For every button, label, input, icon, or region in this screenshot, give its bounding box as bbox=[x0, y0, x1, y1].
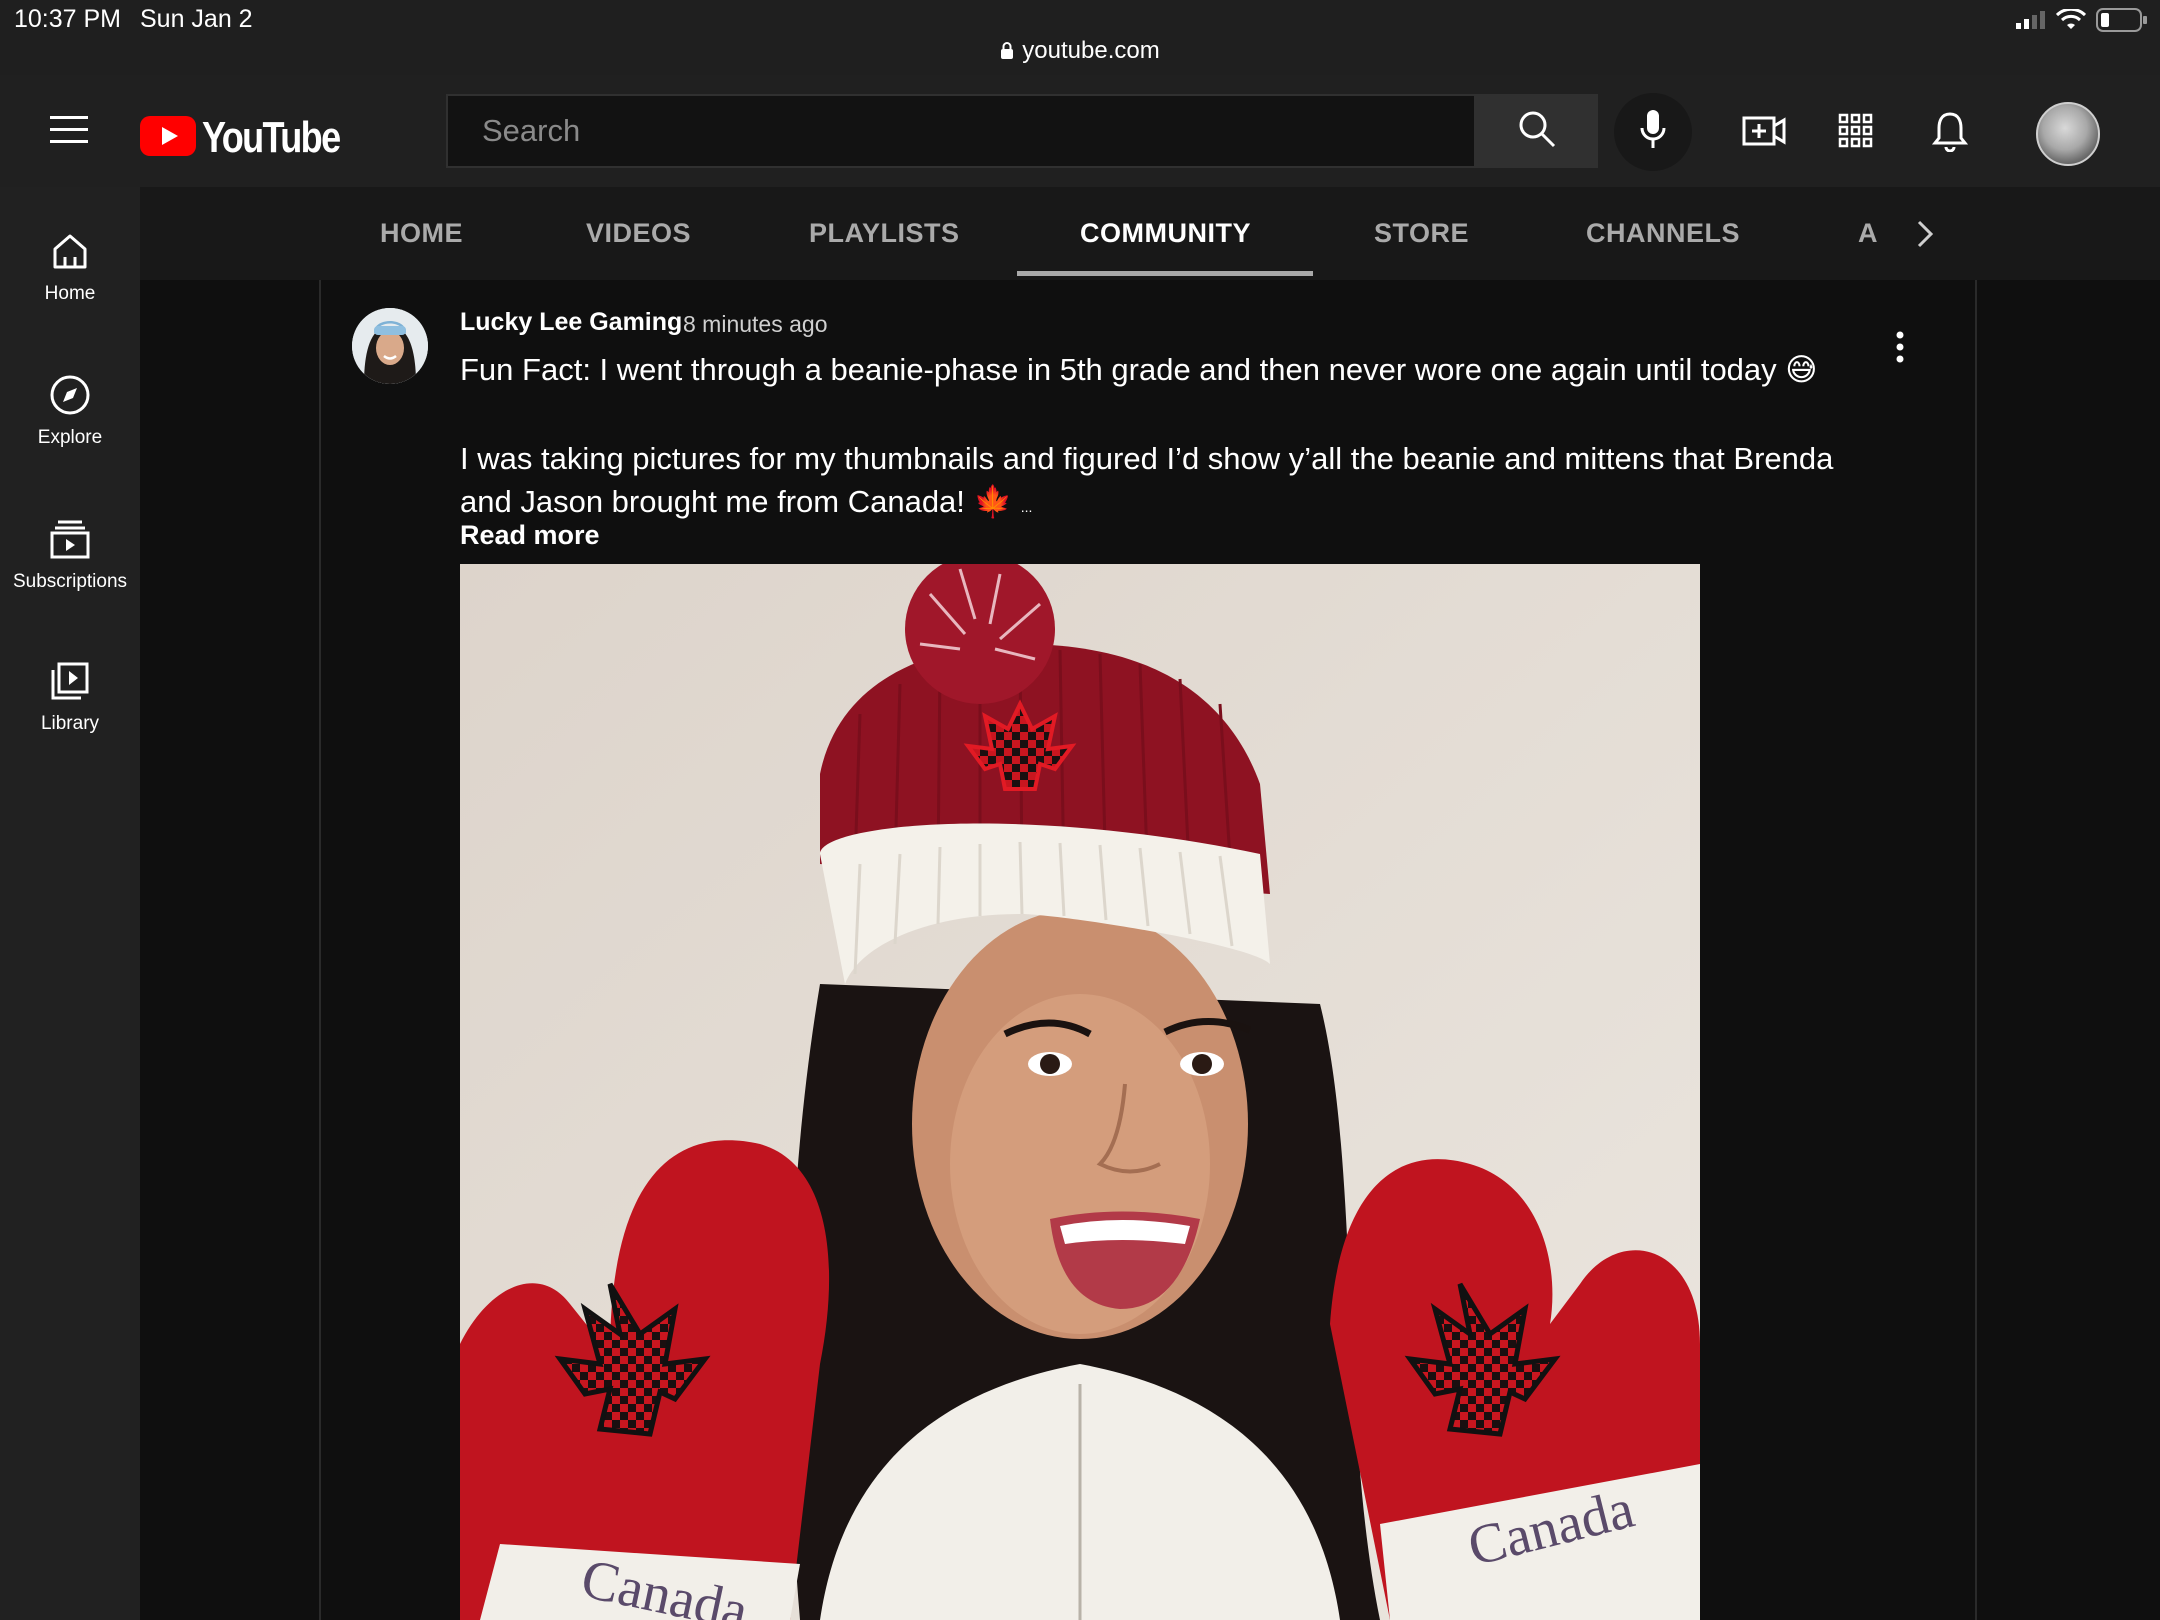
url-text: youtube.com bbox=[1022, 37, 1160, 64]
mic-icon bbox=[1639, 109, 1667, 155]
youtube-play-icon bbox=[140, 115, 196, 161]
active-tab-indicator bbox=[1017, 271, 1313, 276]
subscriptions-icon bbox=[46, 515, 94, 563]
status-date: Sun Jan 2 bbox=[140, 5, 253, 33]
sidebar-item-label: Home bbox=[44, 283, 96, 304]
apps-icon[interactable] bbox=[1828, 103, 1884, 159]
top-app-bar: YouTube bbox=[0, 75, 2160, 187]
sidebar-item-subscriptions[interactable]: Subscriptions bbox=[0, 515, 140, 593]
menu-icon[interactable] bbox=[50, 115, 90, 145]
sidebar-item-label: Explore bbox=[37, 427, 103, 448]
post-ellipsis: ... bbox=[1020, 499, 1033, 515]
logo-text: YouTube bbox=[202, 113, 341, 162]
voice-search-button[interactable] bbox=[1614, 93, 1692, 171]
search-icon bbox=[1517, 109, 1557, 154]
avatar[interactable] bbox=[2036, 102, 2100, 166]
search-button[interactable] bbox=[1476, 94, 1598, 168]
chevron-right-icon[interactable] bbox=[1910, 216, 1940, 252]
bell-icon[interactable] bbox=[1922, 103, 1978, 159]
tab-community[interactable]: COMMUNITY bbox=[1080, 187, 1251, 280]
create-video-icon[interactable] bbox=[1736, 103, 1792, 159]
post-author-avatar[interactable] bbox=[352, 308, 428, 384]
search-input[interactable] bbox=[448, 96, 1474, 166]
tab-home[interactable]: HOME bbox=[380, 187, 463, 280]
status-icons bbox=[2016, 7, 2148, 37]
home-icon bbox=[46, 227, 94, 275]
sidebar-item-home[interactable]: Home bbox=[0, 227, 140, 305]
tab-channels[interactable]: CHANNELS bbox=[1586, 187, 1740, 280]
post-author-name[interactable]: Lucky Lee Gaming bbox=[460, 308, 682, 337]
sidebar-item-library[interactable]: Library bbox=[0, 657, 140, 735]
read-more-link[interactable]: Read more bbox=[460, 520, 600, 551]
post-text-line1: Fun Fact: I went through a beanie-phase … bbox=[460, 352, 1818, 387]
sidebar-item-explore[interactable]: Explore bbox=[0, 371, 140, 449]
tab-store[interactable]: STORE bbox=[1374, 187, 1469, 280]
post-image[interactable]: Canada Canada bbox=[460, 564, 1700, 1620]
battery-icon bbox=[2096, 8, 2148, 37]
sidebar-item-label: Library bbox=[40, 713, 100, 734]
tab-about-truncated[interactable]: A bbox=[1858, 187, 1878, 280]
sidebar-item-label: Subscriptions bbox=[12, 571, 128, 592]
youtube-logo[interactable]: YouTube bbox=[140, 113, 370, 163]
search-box[interactable] bbox=[446, 94, 1476, 168]
lock-icon bbox=[1000, 38, 1014, 66]
sidebar: Home Explore Subscriptions Library bbox=[0, 187, 140, 1620]
post-text-paragraph2: I was taking pictures for my thumbnails … bbox=[460, 437, 1860, 529]
channel-tabs: HOME VIDEOS PLAYLISTS COMMUNITY STORE CH… bbox=[140, 187, 2160, 280]
post-text-line2: I was taking pictures for my thumbnails … bbox=[460, 441, 1834, 519]
compass-icon bbox=[46, 371, 94, 419]
tab-playlists[interactable]: PLAYLISTS bbox=[809, 187, 960, 280]
more-options-icon[interactable] bbox=[1890, 330, 1910, 370]
library-icon bbox=[46, 657, 94, 705]
signal-icon bbox=[2016, 11, 2046, 34]
url-bar[interactable]: youtube.com bbox=[0, 37, 2160, 66]
tab-videos[interactable]: VIDEOS bbox=[586, 187, 691, 280]
post-timestamp[interactable]: 8 minutes ago bbox=[683, 311, 827, 338]
wifi-icon bbox=[2055, 7, 2087, 36]
status-time: 10:37 PM bbox=[14, 5, 122, 33]
